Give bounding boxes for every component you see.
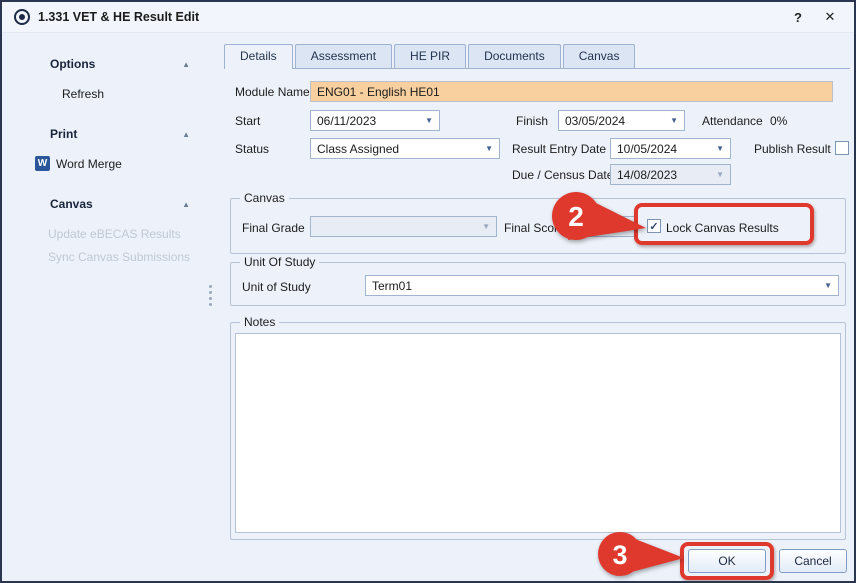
start-date-value: 06/11/2023 [317,114,421,128]
unit-of-study-group-title: Unit Of Study [240,255,319,269]
attendance-value: 0% [770,114,787,128]
tab-documents[interactable]: Documents [468,44,561,68]
due-census-date-label: Due / Census Date [512,168,613,182]
cancel-button[interactable]: Cancel [779,549,847,573]
sidebar-item-sync-canvas-submissions: Sync Canvas Submissions [48,250,216,264]
sidebar-section-print[interactable]: Print ▲ [50,127,190,141]
final-grade-label: Final Grade [242,221,305,235]
help-icon[interactable]: ? [786,10,810,25]
sidebar-section-options-title: Options [50,57,95,71]
dropdown-arrow-icon[interactable]: ▼ [716,144,724,153]
finish-date-combo[interactable]: 03/05/2024 ▼ [558,110,685,131]
notes-group-title: Notes [240,315,279,329]
annotation-step3-number: 3 [612,540,627,570]
annotation-arrow-step2: 2 [550,190,650,250]
result-entry-date-value: 10/05/2024 [617,142,712,156]
result-entry-date-combo[interactable]: 10/05/2024 ▼ [610,138,731,159]
word-icon: W [35,156,50,171]
sidebar-section-print-title: Print [50,127,77,141]
finish-label: Finish [516,114,548,128]
sidebar-section-canvas[interactable]: Canvas ▲ [50,197,190,211]
annotation-step2-number: 2 [568,201,584,232]
annotation-highlight-lock-canvas [634,203,814,245]
unit-of-study-value: Term01 [372,279,820,293]
collapse-arrow-icon[interactable]: ▲ [182,130,190,139]
sidebar-item-refresh[interactable]: Refresh [62,87,216,101]
sidebar: Options ▲ Refresh Print ▲ W Word Merge C… [4,33,216,264]
dropdown-arrow-icon[interactable]: ▼ [425,116,433,125]
final-grade-combo: ▼ [310,216,497,237]
sidebar-item-word-merge[interactable]: W Word Merge [35,156,216,171]
unit-of-study-combo[interactable]: Term01 ▼ [365,275,839,296]
dropdown-arrow-icon[interactable]: ▼ [485,144,493,153]
splitter-grip[interactable] [209,285,212,306]
tab-details[interactable]: Details [224,44,293,69]
status-combo[interactable]: Class Assigned ▼ [310,138,500,159]
sidebar-item-update-ebecas-results: Update eBECAS Results [48,227,216,241]
tab-he-pir[interactable]: HE PIR [394,44,466,68]
annotation-highlight-ok [680,542,774,580]
app-icon [14,9,30,25]
module-name-field[interactable]: ENG01 - English HE01 [310,81,833,102]
due-census-date-combo: 14/08/2023 ▼ [610,164,731,185]
titlebar[interactable]: 1.331 VET & HE Result Edit ? ✕ [2,2,854,33]
finish-date-value: 03/05/2024 [565,114,666,128]
annotation-arrow-step3: 3 [596,529,688,583]
collapse-arrow-icon[interactable]: ▲ [182,200,190,209]
sidebar-item-word-merge-label: Word Merge [56,157,122,171]
due-census-date-value: 14/08/2023 [617,168,712,182]
start-date-combo[interactable]: 06/11/2023 ▼ [310,110,440,131]
close-icon[interactable]: ✕ [818,9,842,25]
start-label: Start [235,114,260,128]
dropdown-arrow-icon: ▼ [482,222,490,231]
module-name-value: ENG01 - English HE01 [317,85,826,99]
window-title: 1.331 VET & HE Result Edit [38,10,199,24]
notes-input[interactable] [235,333,841,533]
attendance-label: Attendance [702,114,763,128]
publish-result-label: Publish Result [754,142,831,156]
status-value: Class Assigned [317,142,481,156]
unit-of-study-label: Unit of Study [242,280,311,294]
status-label: Status [235,142,269,156]
tab-bar: Details Assessment HE PIR Documents Canv… [224,44,635,69]
dropdown-arrow-icon: ▼ [716,170,724,179]
sidebar-section-options[interactable]: Options ▲ [50,57,190,71]
collapse-arrow-icon[interactable]: ▲ [182,60,190,69]
tab-assessment[interactable]: Assessment [295,44,392,68]
sidebar-section-canvas-title: Canvas [50,197,93,211]
module-name-label: Module Name [235,85,310,99]
tab-canvas[interactable]: Canvas [563,44,636,68]
canvas-group-title: Canvas [240,191,289,205]
dropdown-arrow-icon[interactable]: ▼ [824,281,832,290]
vet-he-result-edit-dialog: 1.331 VET & HE Result Edit ? ✕ Options ▲… [0,0,856,583]
dropdown-arrow-icon[interactable]: ▼ [670,116,678,125]
publish-result-checkbox[interactable] [835,141,849,155]
result-entry-date-label: Result Entry Date [512,142,606,156]
